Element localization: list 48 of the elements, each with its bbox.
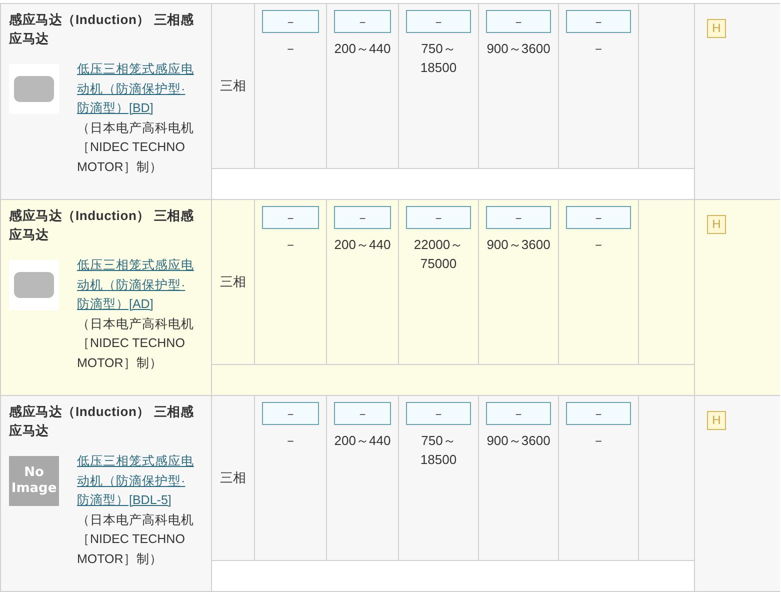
product-link[interactable]: 低压三相笼式感应电动机（防滴保护型·防滴型）[BD]	[77, 60, 195, 118]
filter-button[interactable]: －	[566, 402, 631, 425]
product-link[interactable]: 低压三相笼式感应电动机（防滴保护型·防滴型）[BDL-5]	[77, 452, 195, 510]
filter-button[interactable]: －	[406, 402, 471, 425]
spec-value: 22000～75000	[412, 236, 464, 273]
filter-button[interactable]: －	[486, 402, 551, 425]
product-link[interactable]: 低压三相笼式感应电动机（防滴保护型·防滴型）[AD]	[77, 256, 195, 314]
spec-value: －	[284, 40, 297, 58]
phase-cell-text: 三相	[220, 469, 246, 488]
h-badge: H	[707, 214, 726, 234]
maker-text: （日本电产高科电机［NIDEC TECHNO MOTOR］制）	[77, 512, 195, 568]
filter-button[interactable]: －	[262, 10, 319, 33]
h-badge: H	[707, 410, 726, 430]
maker-text: （日本电产高科电机［NIDEC TECHNO MOTOR］制）	[77, 316, 195, 372]
spec-value: －	[592, 40, 605, 58]
filter-button[interactable]: －	[334, 402, 391, 425]
maker-text: （日本电产高科电机［NIDEC TECHNO MOTOR］制）	[77, 120, 195, 176]
spec-value: －	[284, 236, 297, 254]
spec-value: －	[592, 236, 605, 254]
spec-value: 750～18500	[419, 432, 458, 469]
spec-value: 200～440	[334, 40, 391, 58]
filter-button[interactable]: －	[486, 10, 551, 33]
spec-value: 900～3600	[486, 40, 550, 58]
filter-button[interactable]: －	[566, 206, 631, 229]
filter-button[interactable]: －	[406, 10, 471, 33]
phase-cell-text: 三相	[220, 77, 246, 96]
filter-button[interactable]: －	[334, 206, 391, 229]
spec-value: 900～3600	[486, 432, 550, 450]
spec-value: 900～3600	[486, 236, 550, 254]
filter-button[interactable]: －	[262, 206, 319, 229]
spec-value: －	[592, 432, 605, 450]
filter-button[interactable]: －	[566, 10, 631, 33]
spec-value: －	[284, 432, 297, 450]
no-image-text: No Image	[10, 465, 58, 497]
filter-button[interactable]: －	[486, 206, 551, 229]
filter-button[interactable]: －	[262, 402, 319, 425]
motor-photo-placeholder	[9, 64, 59, 114]
h-badge: H	[707, 18, 726, 38]
filter-button[interactable]: －	[406, 206, 471, 229]
product-category: 感应马达（Induction） 三相感应马达	[9, 207, 195, 244]
spec-value: 200～440	[334, 432, 391, 450]
product-category: 感应马达（Induction） 三相感应马达	[9, 403, 195, 440]
spec-value: 750～18500	[419, 40, 458, 77]
spec-value: 200～440	[334, 236, 391, 254]
filter-button[interactable]: －	[334, 10, 391, 33]
motor-photo-placeholder	[9, 260, 59, 310]
product-category: 感应马达（Induction） 三相感应马达	[9, 11, 195, 48]
phase-cell-text: 三相	[220, 273, 246, 292]
